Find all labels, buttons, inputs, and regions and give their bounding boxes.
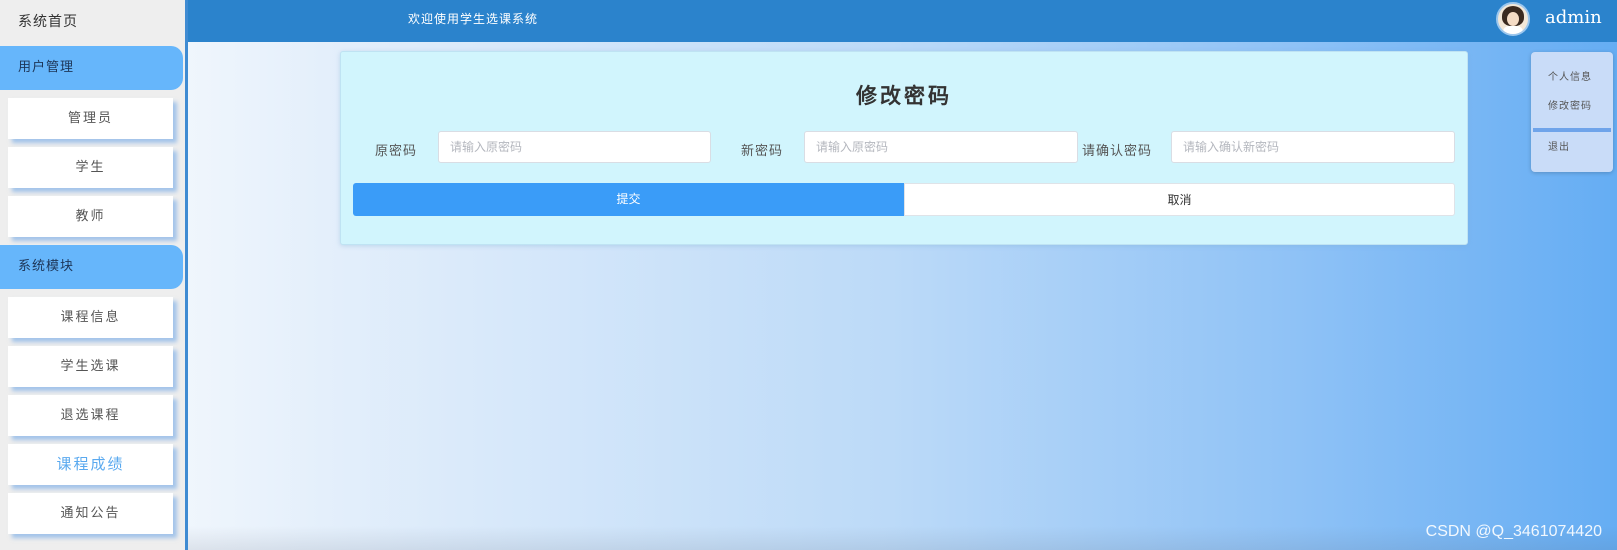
old-password-input[interactable] <box>438 131 711 163</box>
sidebar-item-course-info[interactable]: 课程信息 <box>8 297 173 338</box>
confirm-password-label: 请确认密码 <box>1081 144 1152 159</box>
watermark-text: CSDN @Q_3461074420 <box>1425 523 1602 540</box>
sidebar-item-teacher[interactable]: 教师 <box>8 196 173 237</box>
sidebar-item-announcements[interactable]: 通知公告 <box>8 493 173 534</box>
menu-divider <box>1533 128 1611 132</box>
top-header: 欢迎使用学生选课系统 admin <box>188 0 1617 42</box>
welcome-text: 欢迎使用学生选课系统 <box>408 12 539 26</box>
submit-button[interactable]: 提交 <box>353 183 904 216</box>
menu-item-profile[interactable]: 个人信息 <box>1548 68 1592 83</box>
cancel-button[interactable]: 取消 <box>904 183 1455 216</box>
new-password-input[interactable] <box>804 131 1078 163</box>
page-title: 修改密码 <box>856 83 952 108</box>
sidebar-home-link[interactable]: 系统首页 <box>0 0 185 44</box>
sidebar-item-drop-course[interactable]: 退选课程 <box>8 395 173 436</box>
username-label[interactable]: admin <box>1545 0 1602 36</box>
bottom-shade <box>188 526 1617 550</box>
sidebar: 系统首页 用户管理 管理员 学生 教师 系统模块 课程信息 学生选课 退选课程 … <box>0 0 188 550</box>
sidebar-item-course-grades[interactable]: 课程成绩 <box>8 444 173 485</box>
sidebar-group-user-management[interactable]: 用户管理 <box>0 46 183 90</box>
sidebar-item-course-selection[interactable]: 学生选课 <box>8 346 173 387</box>
user-avatar-icon[interactable] <box>1496 2 1530 36</box>
old-password-label: 原密码 <box>374 144 417 159</box>
sidebar-item-student[interactable]: 学生 <box>8 147 173 188</box>
new-password-label: 新密码 <box>740 144 783 159</box>
user-dropdown-menu: 个人信息 修改密码 退出 <box>1531 52 1613 172</box>
sidebar-group-system-modules[interactable]: 系统模块 <box>0 245 183 289</box>
confirm-password-input[interactable] <box>1171 131 1455 163</box>
change-password-card: 修改密码 原密码 新密码 请确认密码 提交 取消 <box>340 51 1468 245</box>
sidebar-item-admin[interactable]: 管理员 <box>8 98 173 139</box>
menu-item-logout[interactable]: 退出 <box>1548 138 1570 153</box>
menu-item-change-password[interactable]: 修改密码 <box>1548 97 1592 112</box>
